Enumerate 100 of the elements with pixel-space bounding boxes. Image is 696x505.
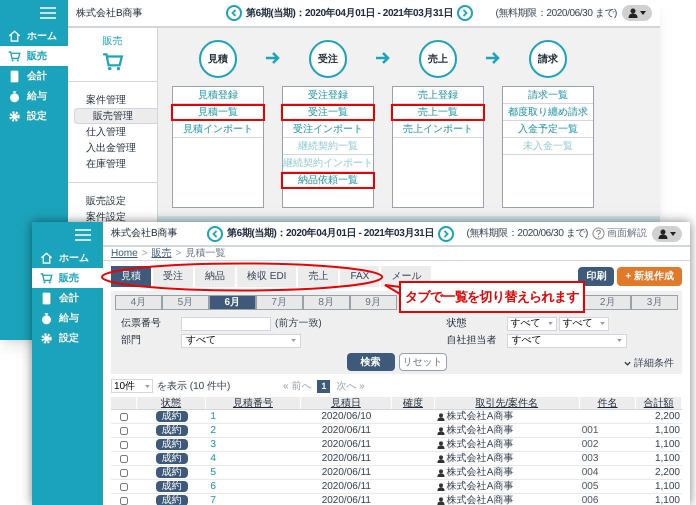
sidebar-item[interactable]: 設定 <box>0 106 68 126</box>
estimate-number-link[interactable]: 2 <box>210 425 216 436</box>
next-page-link[interactable]: 次へ » <box>336 378 365 394</box>
sidebar-item[interactable]: 設定 <box>32 328 103 348</box>
month-tab[interactable]: 5月 <box>162 295 209 310</box>
menu-link[interactable]: 請求一覧 <box>503 87 593 104</box>
page-button[interactable]: 1 <box>317 380 330 392</box>
tab[interactable]: 売上 <box>298 266 338 286</box>
breadcrumb-separator: > <box>176 247 182 261</box>
row-checkbox[interactable] <box>120 412 128 420</box>
previous-page-link[interactable]: « 前へ <box>283 378 312 394</box>
sidebar-item[interactable]: 販売 <box>0 46 68 66</box>
sidebar-item[interactable]: ホーム <box>0 26 68 46</box>
submenu-item[interactable]: 案件管理 <box>68 92 157 108</box>
submenu-item[interactable]: 案件設定 <box>68 209 157 225</box>
row-checkbox[interactable] <box>120 496 128 504</box>
sidebar-item[interactable]: 会計 <box>0 66 68 86</box>
row-checkbox[interactable] <box>120 482 128 490</box>
month-tab[interactable]: 9月 <box>350 295 396 310</box>
caret-icon <box>670 232 676 236</box>
submenu-item[interactable]: 販売管理 <box>74 108 157 124</box>
column-header[interactable]: 合計額 <box>636 397 682 409</box>
table-cell-text: 1,100 <box>654 424 681 438</box>
menu-link[interactable]: 受注一覧 <box>281 104 375 121</box>
next-period-button[interactable] <box>456 5 473 21</box>
row-checkbox[interactable] <box>120 440 128 448</box>
help-link[interactable]: 画面解説 <box>592 226 647 241</box>
print-button[interactable]: 印刷 <box>578 266 614 286</box>
month-tab[interactable]: 6月 <box>208 295 256 310</box>
table-cell-text: 006 <box>580 494 600 505</box>
select-field[interactable]: すべて <box>181 334 301 348</box>
menu-link[interactable]: 都度取り纏め請求 <box>503 104 593 121</box>
menu-link[interactable]: 売上登録 <box>393 87 483 104</box>
estimate-number-link[interactable]: 7 <box>210 495 216 505</box>
page-size-select[interactable]: 10件 <box>111 379 153 393</box>
breadcrumb-link[interactable]: 販売 <box>152 246 172 261</box>
menu-link[interactable]: 見積一覧 <box>171 104 265 121</box>
text-input-field[interactable] <box>181 316 271 330</box>
column-header[interactable]: 確度 <box>392 397 435 409</box>
caret-icon <box>145 384 150 388</box>
caret-icon <box>548 322 552 325</box>
status-badge: 成約 <box>156 481 188 492</box>
person-icon <box>436 496 445 504</box>
submenu-item[interactable]: 販売設定 <box>68 193 157 209</box>
row-checkbox[interactable] <box>120 426 128 434</box>
sidebar-item[interactable]: 販売 <box>32 268 103 288</box>
menu-link[interactable]: 売上一覧 <box>391 104 485 121</box>
month-tab[interactable]: 2月 <box>584 295 632 310</box>
row-checkbox[interactable] <box>120 454 128 462</box>
search-button[interactable]: 検索 <box>346 353 394 371</box>
column-header[interactable]: 状態 <box>136 397 206 409</box>
month-tab[interactable]: 8月 <box>302 295 350 310</box>
select-field[interactable]: すべて <box>506 334 626 348</box>
select-field[interactable]: すべて <box>558 316 608 330</box>
estimate-number-link[interactable]: 6 <box>210 481 216 492</box>
previous-period-button[interactable] <box>226 5 242 21</box>
menu-link[interactable]: 入金予定一覧 <box>503 121 593 138</box>
submenu-item[interactable]: 在庫管理 <box>68 156 157 172</box>
submenu-item[interactable]: 入出金管理 <box>68 140 157 156</box>
column-header[interactable]: 取引先/案件名 <box>434 397 580 409</box>
menu-link[interactable]: 受注インポート <box>283 121 373 138</box>
sidebar-item[interactable]: 給与 <box>32 308 103 328</box>
column-header[interactable]: 件名 <box>580 397 636 409</box>
submenu-item[interactable]: 仕入管理 <box>68 124 157 140</box>
user-menu-button[interactable] <box>622 5 652 21</box>
field-label: 伝票番号 <box>121 316 162 331</box>
menu-link[interactable]: 売上インポート <box>393 121 483 138</box>
previous-period-button[interactable] <box>207 226 223 242</box>
estimate-number-link[interactable]: 5 <box>210 467 216 478</box>
sidebar-item[interactable]: ホーム <box>32 248 103 268</box>
sidebar-item[interactable]: 会計 <box>32 288 103 308</box>
reset-button[interactable]: リセット <box>398 353 446 371</box>
menu-link[interactable]: 納品依頼一覧 <box>281 172 375 189</box>
select-field[interactable]: すべて <box>506 316 556 330</box>
tab[interactable]: 受注 <box>153 266 193 286</box>
tab[interactable]: 納品 <box>195 266 235 286</box>
breadcrumb-link[interactable]: Home <box>111 246 138 261</box>
estimate-number-link[interactable]: 3 <box>210 439 216 450</box>
table-cell-text: 002 <box>580 438 600 452</box>
field-label: 部門 <box>121 334 142 348</box>
table-cell-text: 001 <box>580 424 600 438</box>
menu-link[interactable]: 受注登録 <box>283 87 373 104</box>
tab[interactable]: 検収 EDI <box>237 266 296 286</box>
menu-link[interactable]: 見積登録 <box>173 87 263 104</box>
person-icon <box>436 468 445 476</box>
menu-link[interactable]: 見積インポート <box>173 121 263 138</box>
row-checkbox[interactable] <box>120 468 128 476</box>
month-tab[interactable]: 4月 <box>115 295 162 310</box>
detail-conditions-toggle[interactable]: 詳細条件 <box>624 356 674 371</box>
next-period-button[interactable] <box>438 226 454 242</box>
month-tab[interactable]: 3月 <box>631 295 678 310</box>
user-menu-button[interactable] <box>652 226 682 242</box>
estimate-number-link[interactable]: 4 <box>210 453 216 464</box>
column-header[interactable]: 見積日 <box>300 397 392 409</box>
estimate-number-link[interactable]: 1 <box>210 411 216 422</box>
column-header[interactable]: 見積番号 <box>206 397 301 409</box>
new-button[interactable]: + 新規作成 <box>617 266 682 286</box>
sidebar-item[interactable]: 給与 <box>0 86 68 106</box>
month-tab[interactable]: 7月 <box>256 295 303 310</box>
company-name: 株式会社B商事 <box>76 6 144 20</box>
